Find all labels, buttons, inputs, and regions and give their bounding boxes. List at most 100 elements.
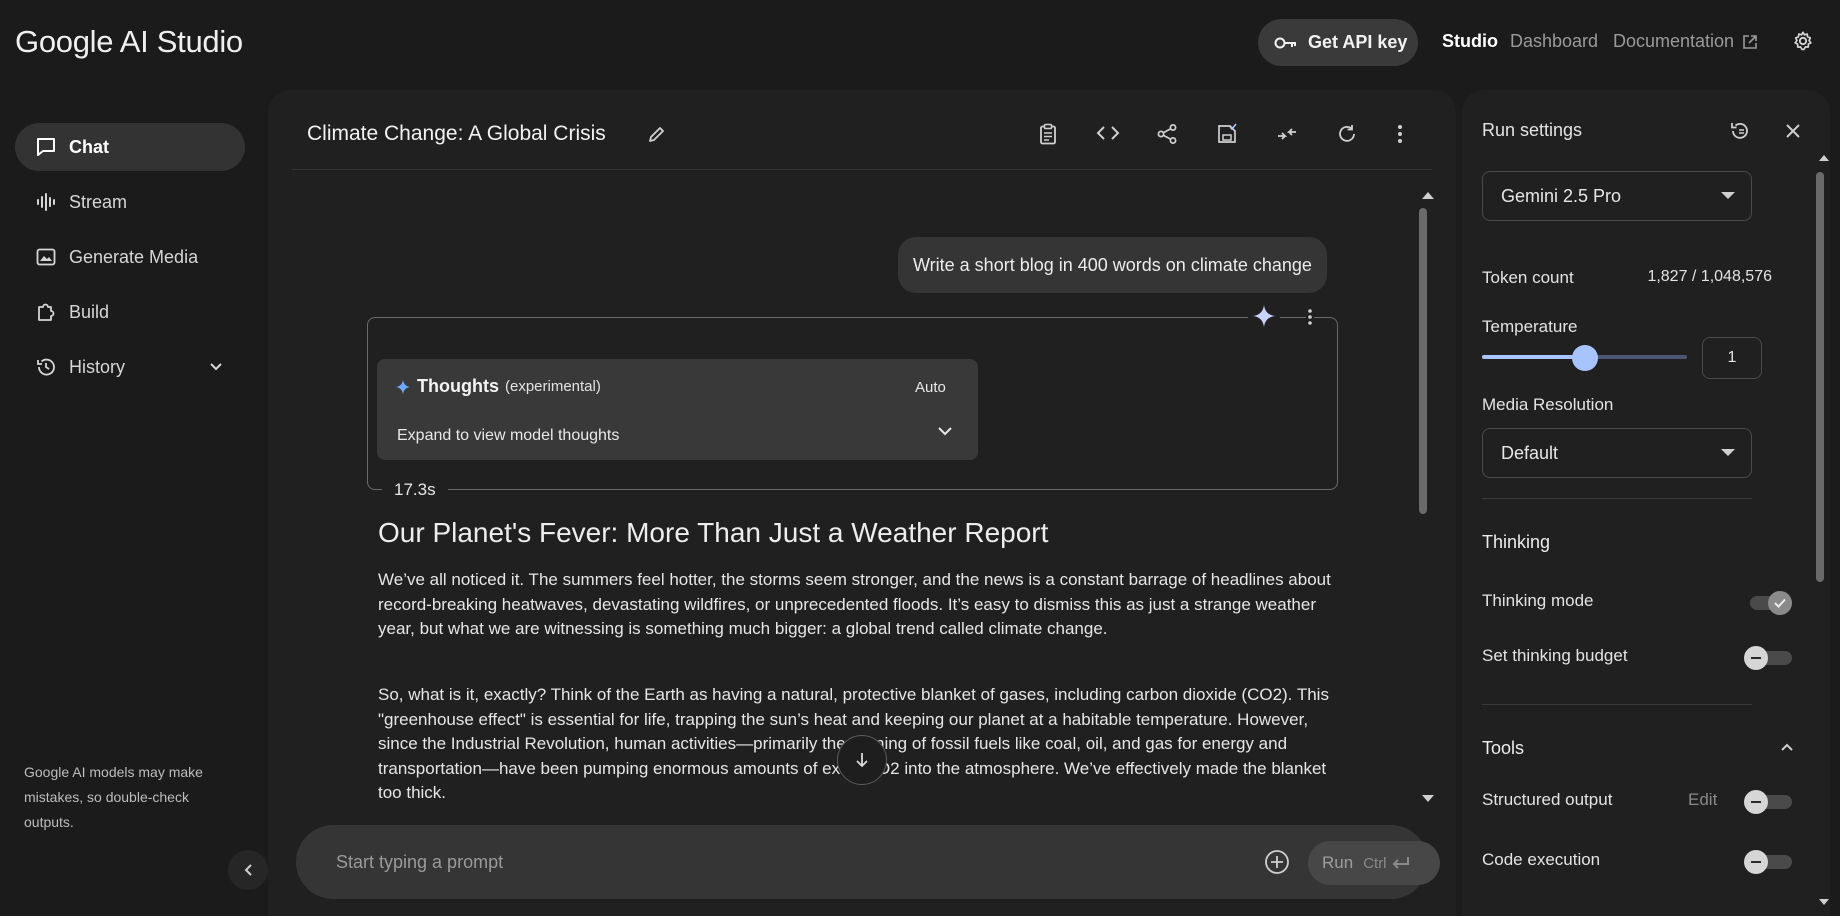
puzzle-icon bbox=[35, 301, 57, 323]
get-api-key-label: Get API key bbox=[1308, 32, 1408, 52]
chevron-down-icon[interactable] bbox=[937, 425, 953, 437]
sidebar-item-generate-media[interactable]: Generate Media bbox=[15, 233, 245, 281]
toggle-knob bbox=[1744, 850, 1768, 874]
nav-documentation-label: Documentation bbox=[1613, 31, 1735, 51]
sidebar-item-stream[interactable]: Stream bbox=[15, 178, 245, 226]
history-icon bbox=[35, 356, 57, 378]
compare-icon[interactable] bbox=[1276, 123, 1298, 145]
minus-icon bbox=[1751, 657, 1761, 659]
toggle-knob bbox=[1744, 646, 1768, 670]
run-button[interactable]: Run Ctrl bbox=[1308, 841, 1440, 885]
key-icon bbox=[1274, 36, 1298, 50]
refresh-icon[interactable] bbox=[1336, 123, 1358, 145]
tools-section-title: Tools bbox=[1482, 738, 1525, 758]
top-bar: Google AI Studio Get API key Studio Dash… bbox=[0, 0, 1840, 86]
minus-icon bbox=[1751, 861, 1761, 863]
code-execution-toggle[interactable] bbox=[1744, 850, 1792, 874]
check-icon bbox=[1774, 598, 1786, 608]
sparkle-icon bbox=[395, 379, 411, 395]
divider bbox=[1482, 704, 1752, 705]
model-select[interactable]: Gemini 2.5 Pro bbox=[1482, 171, 1752, 221]
media-resolution-label: Media Resolution bbox=[1482, 395, 1614, 414]
media-resolution-value: Default bbox=[1501, 442, 1559, 463]
collapse-sidebar-button[interactable] bbox=[228, 850, 268, 890]
thoughts-panel[interactable]: Thoughts (experimental) Auto Expand to v… bbox=[377, 359, 978, 460]
model-select-value: Gemini 2.5 Pro bbox=[1501, 185, 1622, 206]
scroll-up-arrow[interactable] bbox=[1818, 154, 1830, 162]
token-count-value: 1,827 / 1,048,576 bbox=[1647, 268, 1772, 285]
chat-icon bbox=[35, 136, 57, 158]
nav-documentation[interactable]: Documentation bbox=[1613, 31, 1758, 52]
sidebar-item-build[interactable]: Build bbox=[15, 288, 245, 336]
expand-thoughts-label[interactable]: Expand to view model thoughts bbox=[397, 427, 619, 445]
temperature-slider-handle[interactable] bbox=[1571, 345, 1598, 371]
thinking-budget-toggle[interactable] bbox=[1744, 646, 1792, 670]
user-message: Write a short blog in 400 words on clima… bbox=[898, 237, 1327, 293]
caret-down-icon bbox=[1721, 192, 1735, 199]
more-options-icon[interactable] bbox=[1396, 123, 1404, 145]
add-media-icon[interactable] bbox=[1264, 849, 1290, 875]
disclaimer-note: Google AI models may make mistakes, so d… bbox=[24, 764, 203, 830]
toggle-knob bbox=[1768, 591, 1792, 615]
chat-header: Climate Change: A Global Crisis bbox=[292, 90, 1432, 170]
get-api-key-button[interactable]: Get API key bbox=[1258, 19, 1418, 66]
structured-output-toggle[interactable] bbox=[1744, 790, 1792, 814]
gemini-sparkle-icon bbox=[1248, 304, 1280, 328]
app-logo[interactable]: Google AI Studio bbox=[15, 24, 243, 60]
sidebar-item-history[interactable]: History bbox=[15, 343, 245, 391]
share-icon[interactable] bbox=[1156, 123, 1178, 145]
sidebar-item-label: Stream bbox=[69, 191, 128, 212]
thoughts-title: Thoughts bbox=[417, 376, 499, 396]
structured-output-label: Structured output bbox=[1482, 790, 1613, 809]
prompt-bar: Run Ctrl bbox=[296, 825, 1440, 899]
sidebar-item-label: Generate Media bbox=[69, 246, 199, 267]
reset-settings-icon[interactable] bbox=[1729, 120, 1751, 142]
nav-studio[interactable]: Studio bbox=[1442, 31, 1498, 52]
thoughts-mode[interactable]: Auto bbox=[915, 379, 946, 396]
external-link-icon bbox=[1742, 34, 1758, 50]
toggle-knob bbox=[1744, 790, 1768, 814]
chevron-left-icon bbox=[243, 863, 253, 877]
thinking-mode-toggle[interactable] bbox=[1744, 591, 1792, 615]
structured-output-edit-button[interactable]: Edit bbox=[1688, 790, 1717, 810]
elapsed-time: 17.3s bbox=[382, 480, 448, 500]
scroll-down-arrow[interactable] bbox=[1420, 794, 1436, 804]
code-execution-label: Code execution bbox=[1482, 850, 1601, 869]
token-count-label: Token count bbox=[1482, 268, 1574, 287]
arrow-down-icon bbox=[855, 751, 869, 769]
run-shortcut-label: Ctrl bbox=[1363, 854, 1387, 872]
thoughts-tag: (experimental) bbox=[504, 378, 601, 395]
edit-title-icon[interactable] bbox=[647, 124, 667, 144]
sidebar-item-label: Build bbox=[69, 301, 110, 322]
nav-dashboard[interactable]: Dashboard bbox=[1510, 31, 1598, 52]
save-icon[interactable] bbox=[1216, 123, 1238, 145]
chevron-up-icon[interactable] bbox=[1780, 742, 1794, 752]
temperature-label: Temperature bbox=[1482, 317, 1578, 336]
sidebar-item-chat[interactable]: Chat bbox=[15, 123, 245, 171]
scroll-down-arrow[interactable] bbox=[1818, 898, 1830, 906]
chat-panel: Climate Change: A Global Crisis Write a … bbox=[268, 90, 1456, 916]
settings-gear-icon[interactable] bbox=[1792, 30, 1814, 52]
settings-scrollbar[interactable] bbox=[1816, 172, 1824, 582]
chat-title[interactable]: Climate Change: A Global Crisis bbox=[307, 122, 606, 146]
media-resolution-select[interactable]: Default bbox=[1482, 428, 1752, 478]
temperature-input[interactable]: 1 bbox=[1702, 337, 1762, 379]
run-settings-panel: Run settings Gemini 2.5 Pro Token count … bbox=[1462, 90, 1830, 916]
sidebar-item-label: History bbox=[69, 356, 126, 377]
scroll-up-arrow[interactable] bbox=[1420, 190, 1436, 200]
thoughts-header: Thoughts (experimental) bbox=[395, 376, 601, 397]
caret-down-icon bbox=[1721, 449, 1735, 456]
close-icon[interactable] bbox=[1784, 122, 1802, 140]
enter-key-icon bbox=[1391, 856, 1411, 870]
clipboard-icon[interactable] bbox=[1038, 123, 1058, 145]
chevron-down-icon bbox=[209, 362, 223, 372]
response-paragraph: We’ve all noticed it. The summers feel h… bbox=[378, 570, 1331, 638]
code-icon[interactable] bbox=[1096, 123, 1120, 143]
run-settings-title: Run settings bbox=[1482, 120, 1583, 140]
chat-scrollbar[interactable] bbox=[1419, 208, 1427, 514]
scroll-to-bottom-button[interactable] bbox=[837, 735, 887, 785]
thinking-mode-label: Thinking mode bbox=[1482, 591, 1594, 610]
thinking-section-title: Thinking bbox=[1482, 532, 1551, 552]
prompt-input[interactable] bbox=[336, 825, 1236, 899]
response-more-icon[interactable] bbox=[1306, 308, 1314, 326]
